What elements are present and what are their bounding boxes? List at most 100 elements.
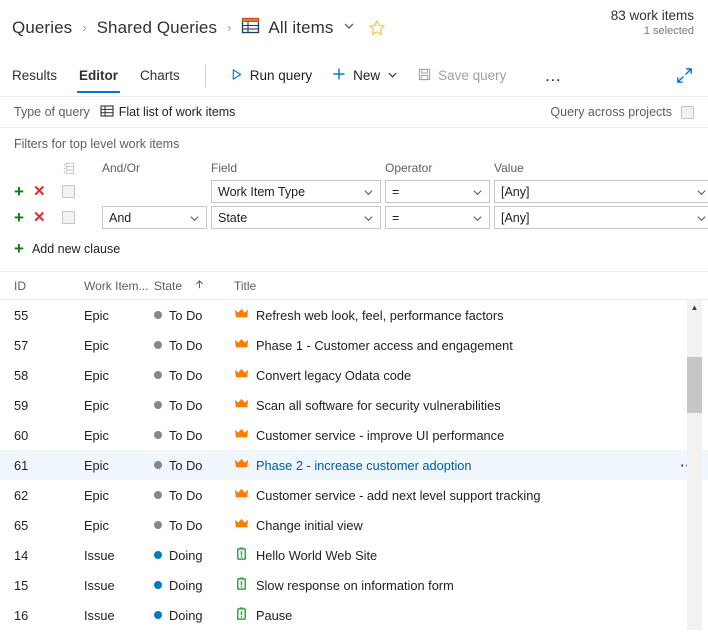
filter-row-checkbox[interactable] (62, 211, 75, 224)
row-title-text[interactable]: Scan all software for security vulnerabi… (256, 398, 501, 413)
column-header-id[interactable]: ID (14, 279, 84, 293)
filter-operator-value: = (392, 210, 400, 225)
filter-row-checkbox[interactable] (62, 185, 75, 198)
row-title-text[interactable]: Customer service - improve UI performanc… (256, 428, 504, 443)
toolbar-overflow-ellipsis-icon[interactable]: … (532, 66, 575, 86)
query-across-projects-checkbox[interactable] (681, 105, 694, 119)
filter-operator-dropdown[interactable]: = (385, 180, 490, 203)
plus-icon: + (14, 239, 24, 258)
save-query-button[interactable]: Save query (410, 64, 514, 88)
row-id: 16 (14, 607, 29, 623)
results-vertical-scrollbar[interactable]: ▲ (687, 300, 702, 630)
page-header: Queries › Shared Queries › All items 83 … (0, 0, 708, 55)
filter-value-dropdown[interactable]: [Any] (494, 180, 708, 203)
row-id: 14 (14, 547, 29, 563)
chevron-down-icon (472, 186, 483, 197)
row-work-item-type: Epic (84, 397, 109, 413)
row-work-item-type: Issue (84, 607, 115, 623)
state-dot-icon (154, 491, 162, 499)
issue-icon (234, 576, 249, 594)
table-row[interactable]: 57 Epic To Do Phase 1 - Customer access … (0, 330, 708, 360)
table-row[interactable]: 58 Epic To Do Convert legacy Odata code (0, 360, 708, 390)
crown-icon (234, 426, 249, 444)
row-title-text[interactable]: Slow response on information form (256, 578, 454, 593)
table-row[interactable]: 55 Epic To Do Refresh web look, feel, pe… (0, 300, 708, 330)
row-id: 57 (14, 337, 29, 353)
state-dot-icon (154, 431, 162, 439)
filter-field-dropdown[interactable]: Work Item Type (211, 180, 381, 203)
chevron-down-icon (696, 186, 707, 197)
table-row[interactable]: 16 Issue Doing Pause (0, 600, 708, 630)
query-across-projects-label: Query across projects (550, 105, 672, 119)
table-row[interactable]: 65 Epic To Do Change initial view (0, 510, 708, 540)
row-state-label: Doing (169, 547, 203, 563)
chevron-down-icon[interactable] (343, 19, 355, 37)
issue-icon (234, 606, 249, 624)
close-x-icon[interactable]: ✕ (33, 184, 46, 199)
row-id: 58 (14, 367, 29, 383)
tab-charts[interactable]: Charts (129, 55, 191, 96)
row-work-item-type: Epic (84, 427, 109, 443)
row-state-label: Doing (169, 607, 203, 623)
row-title-text[interactable]: Refresh web look, feel, performance fact… (256, 308, 504, 323)
row-work-item-type: Epic (84, 337, 109, 353)
breadcrumb-item-queries[interactable]: Queries (12, 18, 72, 38)
query-type-value[interactable]: Flat list of work items (100, 104, 235, 121)
row-state-label: To Do (169, 517, 203, 533)
filter-col-header-value: Value (494, 161, 524, 175)
table-row[interactable]: 60 Epic To Do Customer service - improve… (0, 420, 708, 450)
row-work-item-type: Issue (84, 577, 115, 593)
new-button[interactable]: New (324, 63, 406, 88)
filter-field-dropdown[interactable]: State (211, 206, 381, 229)
column-header-title[interactable]: Title (234, 279, 708, 293)
table-row[interactable]: 62 Epic To Do Customer service - add nex… (0, 480, 708, 510)
query-across-projects: Query across projects (550, 105, 694, 119)
filter-row-actions: + ✕ (14, 183, 62, 200)
row-title-text[interactable]: Hello World Web Site (256, 548, 377, 563)
row-state: Doing (154, 608, 234, 623)
scrollbar-thumb[interactable] (687, 357, 702, 413)
chevron-down-icon (363, 186, 374, 197)
row-title-text[interactable]: Customer service - add next level suppor… (256, 488, 541, 503)
filter-col-header-operator: Operator (385, 161, 433, 175)
row-title-text[interactable]: Change initial view (256, 518, 363, 533)
column-header-state[interactable]: State (154, 279, 234, 293)
issue-icon (234, 546, 249, 564)
breadcrumb-item-all-items[interactable]: All items (268, 18, 333, 38)
table-row-selected[interactable]: 61 Epic To Do Phase 2 - increase custome… (0, 450, 708, 480)
row-title: Customer service - add next level suppor… (234, 486, 668, 504)
star-outline-icon[interactable] (368, 19, 386, 37)
tab-results[interactable]: Results (12, 55, 68, 96)
filter-andor-dropdown[interactable]: And (102, 206, 207, 229)
state-dot-icon (154, 611, 162, 619)
row-title-text[interactable]: Convert legacy Odata code (256, 368, 411, 383)
plus-icon[interactable]: + (14, 183, 24, 200)
run-query-button[interactable]: Run query (222, 64, 320, 88)
breadcrumb-item-shared-queries[interactable]: Shared Queries (97, 18, 217, 38)
row-state-label: To Do (169, 307, 203, 323)
query-tabs: Results Editor Charts (12, 55, 191, 96)
table-row[interactable]: 59 Epic To Do Scan all software for secu… (0, 390, 708, 420)
add-new-clause-button[interactable]: + Add new clause (0, 231, 708, 257)
row-title-text[interactable]: Pause (256, 608, 292, 623)
column-header-work-item-type[interactable]: Work Item... (84, 279, 154, 293)
row-title: Slow response on information form (234, 576, 668, 594)
query-type-row: Type of query Flat list of work items Qu… (0, 97, 708, 128)
plus-icon[interactable]: + (14, 209, 24, 226)
crown-icon (234, 516, 249, 534)
filter-operator-dropdown[interactable]: = (385, 206, 490, 229)
row-title-text[interactable]: Phase 2 - increase customer adoption (256, 458, 472, 473)
row-title-text[interactable]: Phase 1 - Customer access and engagement (256, 338, 513, 353)
table-row[interactable]: 14 Issue Doing Hello World Web Site (0, 540, 708, 570)
row-work-item-type: Epic (84, 367, 109, 383)
table-row[interactable]: 15 Issue Doing Slow response on informat… (0, 570, 708, 600)
tab-editor[interactable]: Editor (68, 55, 129, 96)
caret-up-icon[interactable]: ▲ (687, 304, 702, 312)
column-header-state-label: State (154, 278, 183, 293)
expand-diagonal-icon[interactable] (675, 66, 694, 85)
filter-value-dropdown[interactable]: [Any] (494, 206, 708, 229)
filters-header-row: And/Or Field Operator Value (0, 157, 708, 179)
close-x-icon[interactable]: ✕ (33, 210, 46, 225)
row-state-label: To Do (169, 427, 203, 443)
grid-icon (241, 16, 260, 40)
